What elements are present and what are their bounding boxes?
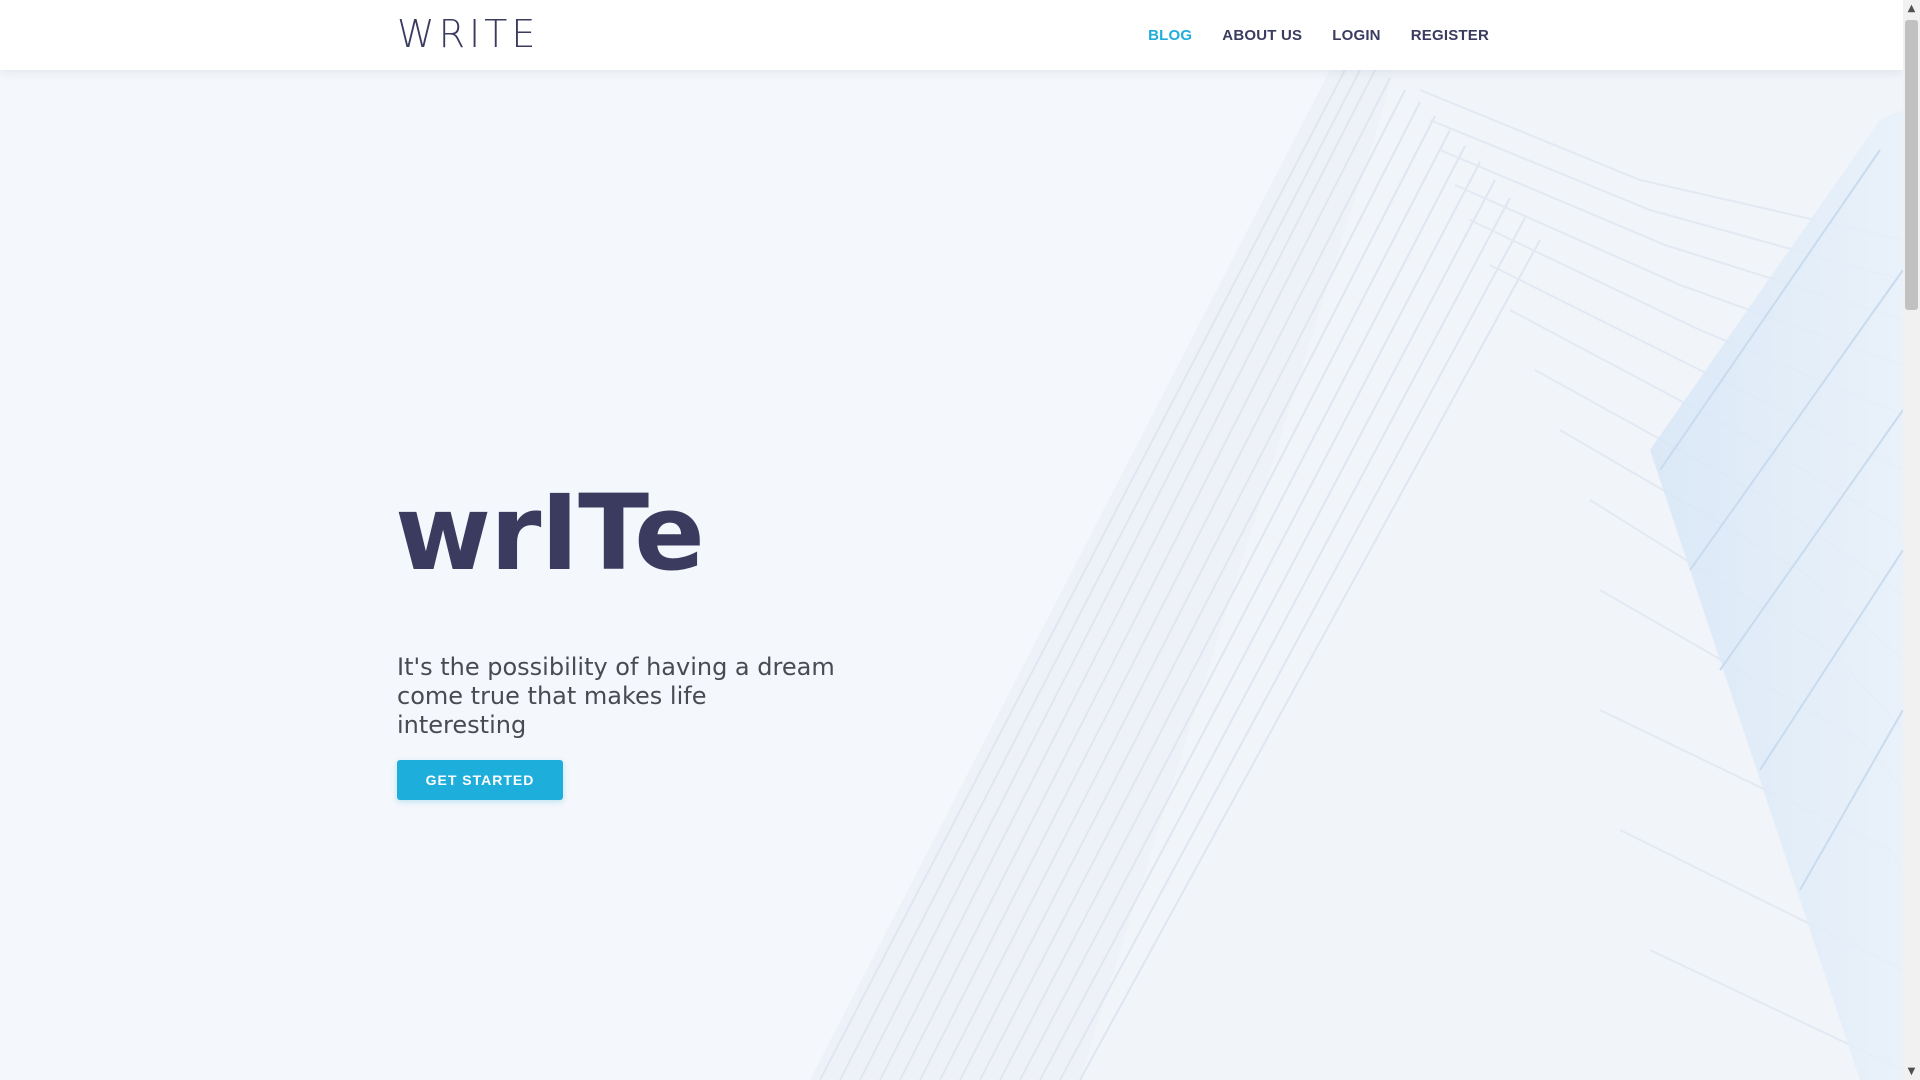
nav-register-link[interactable]: REGISTER (1411, 24, 1489, 48)
nav-about-us-link[interactable]: ABOUT US (1222, 24, 1302, 48)
chevron-up-icon[interactable]: ▲ (1903, 0, 1920, 17)
top-navbar: WRITE BLOG ABOUT US LOGIN REGISTER (0, 0, 1903, 70)
get-started-button[interactable]: GET STARTED (397, 760, 563, 800)
scrollbar-thumb[interactable] (1905, 20, 1918, 310)
hero-title: wrITe (395, 472, 705, 594)
hero-section: wrITe It's the possibility of having a d… (0, 70, 1903, 1080)
chevron-down-icon[interactable]: ▼ (1903, 1063, 1920, 1080)
nav-blog-link[interactable]: BLOG (1148, 24, 1192, 48)
building-background-image (810, 70, 1903, 1080)
nav-login-link[interactable]: LOGIN (1332, 24, 1381, 48)
main-nav: BLOG ABOUT US LOGIN REGISTER (1148, 24, 1489, 48)
brand-logo[interactable]: WRITE (397, 10, 539, 58)
page-scrollbar[interactable]: ▲ ▼ (1903, 0, 1920, 1080)
hero-tagline: It's the possibility of having a dream c… (397, 653, 835, 739)
